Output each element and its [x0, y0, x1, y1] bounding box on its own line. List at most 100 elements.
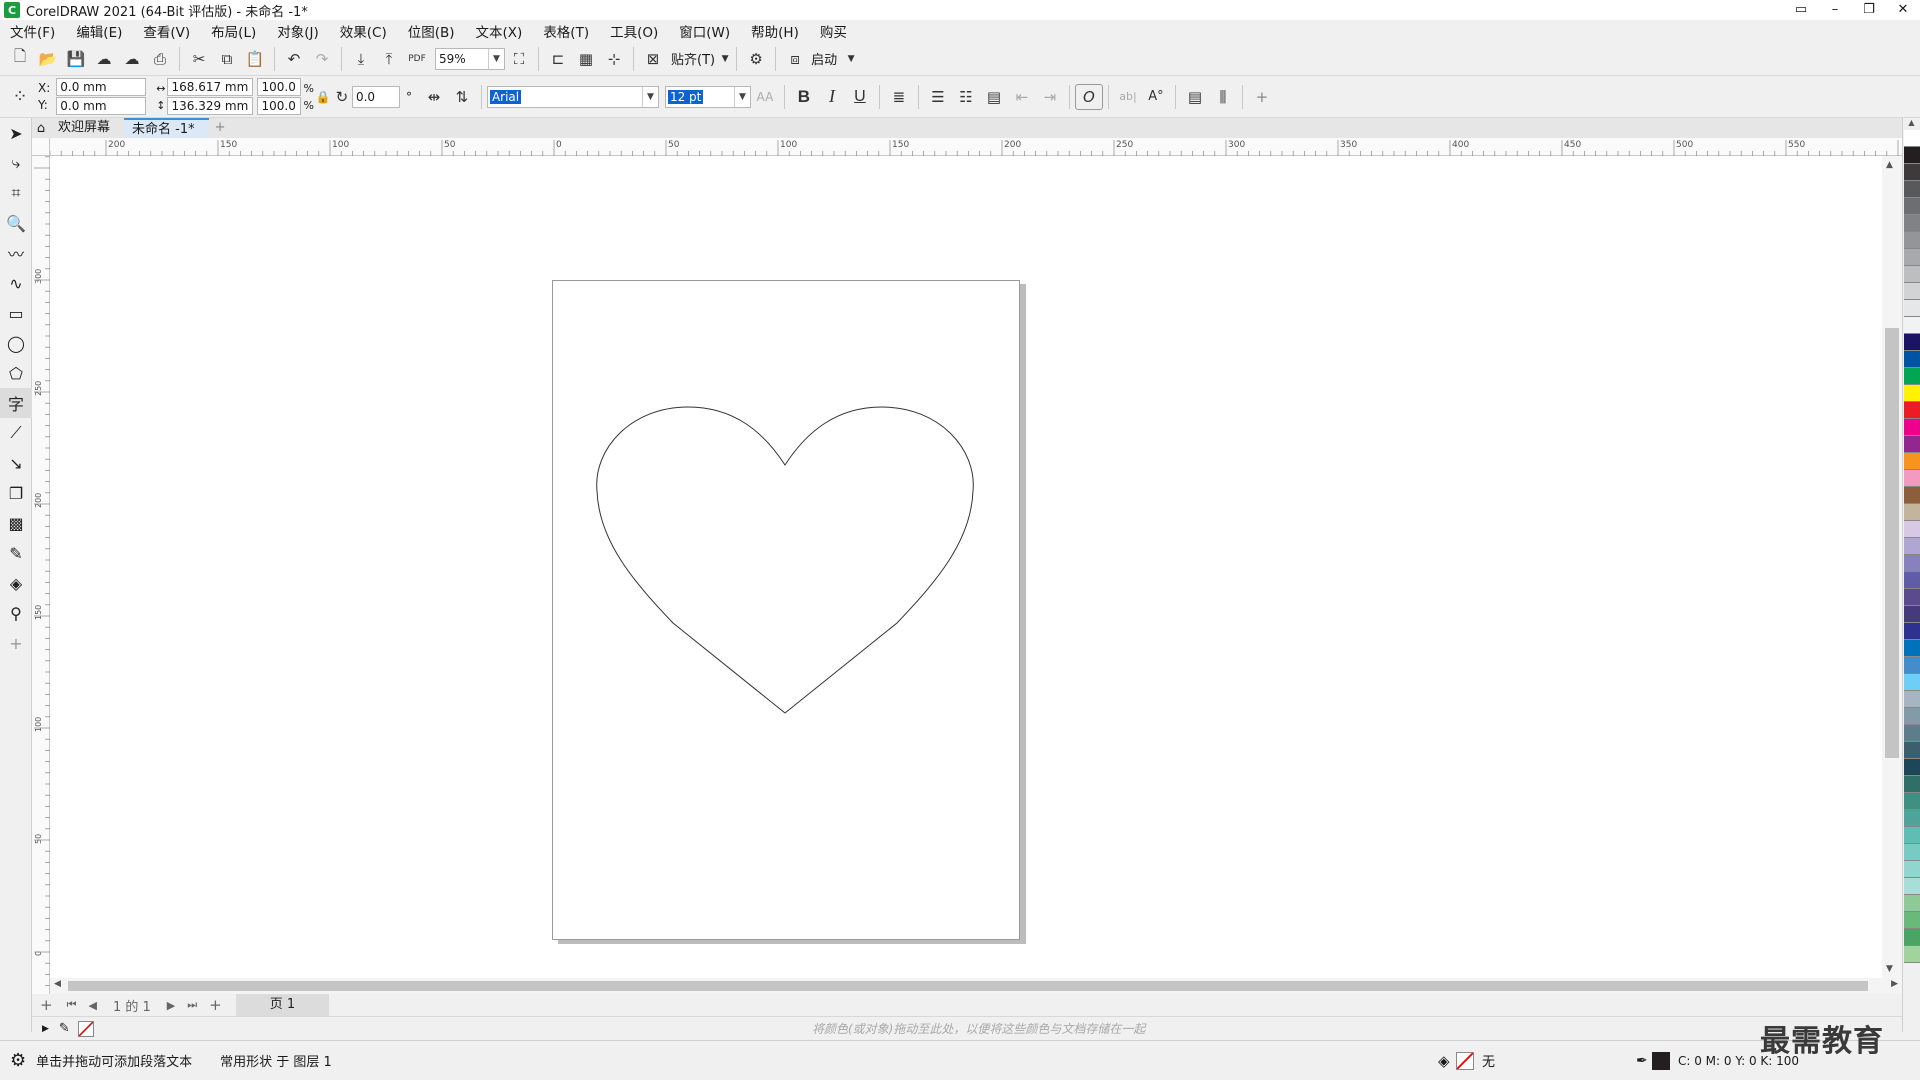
palette-swatch[interactable]	[1904, 538, 1920, 555]
menu-text[interactable]: 文本(X)	[476, 21, 523, 41]
restore-panel-icon[interactable]: ▭	[1784, 0, 1818, 20]
launch-chevron-down-icon[interactable]: ▼	[845, 46, 857, 72]
freehand-tool-icon[interactable]: 〰	[0, 238, 32, 268]
vertical-scroll-thumb[interactable]	[1885, 328, 1899, 758]
menu-bitmaps[interactable]: 位图(B)	[408, 21, 455, 41]
palette-swatch[interactable]	[1904, 640, 1920, 657]
palette-swatch[interactable]	[1904, 504, 1920, 521]
palette-swatch[interactable]	[1904, 249, 1920, 266]
palette-swatch[interactable]	[1904, 453, 1920, 470]
palette-swatch[interactable]	[1904, 555, 1920, 572]
palette-swatch[interactable]	[1904, 164, 1920, 181]
scroll-right-icon[interactable]: ▶	[1891, 979, 1898, 989]
snap-chevron-down-icon[interactable]: ▼	[719, 46, 731, 72]
pdf-icon[interactable]: PDF	[403, 46, 431, 72]
vertical-ruler[interactable]: 300 250 200 150 100 50 0	[32, 156, 50, 994]
show-rulers-icon[interactable]: ⊏	[544, 46, 572, 72]
horizontal-text-icon[interactable]: ▤	[1181, 84, 1209, 110]
show-grid-icon[interactable]: ▦	[572, 46, 600, 72]
outline-pen-icon[interactable]: ✒	[1636, 1053, 1648, 1069]
options-gear-icon[interactable]: ⚙	[742, 46, 770, 72]
x-position-input[interactable]: 0.0 mm	[56, 78, 147, 96]
smart-fill-icon[interactable]: ⚲	[0, 598, 32, 628]
palette-swatch[interactable]	[1904, 487, 1920, 504]
full-screen-icon[interactable]: ⛶	[505, 46, 533, 72]
palette-swatch[interactable]	[1904, 181, 1920, 198]
palette-swatch[interactable]	[1904, 300, 1920, 317]
prev-page-icon[interactable]: ◀	[88, 999, 96, 1012]
text-direction-icon[interactable]: ⇅	[448, 84, 476, 110]
snap-to-dropdown[interactable]: 贴齐(T)	[671, 49, 715, 68]
scroll-left-icon[interactable]: ◀	[54, 979, 61, 989]
menu-edit[interactable]: 编辑(E)	[76, 21, 122, 41]
y-position-input[interactable]: 0.0 mm	[56, 97, 147, 115]
menu-tools[interactable]: 工具(O)	[610, 21, 658, 41]
scroll-down-icon[interactable]: ▼	[1886, 964, 1893, 974]
menu-help[interactable]: 帮助(H)	[751, 21, 799, 41]
width-input[interactable]: 168.617 mm	[167, 78, 254, 96]
palette-scroll-up-icon[interactable]: ▲	[1903, 118, 1920, 130]
palette-swatch[interactable]	[1904, 385, 1920, 402]
no-color-swatch-icon[interactable]	[77, 1020, 94, 1037]
font-list-combo[interactable]: Arial ▼	[486, 85, 659, 108]
new-document-icon[interactable]: 🗋	[6, 46, 34, 72]
font-scale-icon[interactable]: AA	[751, 84, 779, 110]
launch-icon[interactable]: ⧈	[781, 46, 809, 72]
palette-swatch[interactable]	[1904, 419, 1920, 436]
open-folder-icon[interactable]: 📂	[34, 46, 62, 72]
palette-swatch[interactable]	[1904, 368, 1920, 385]
cloud-upload-icon[interactable]: ☁	[118, 46, 146, 72]
palette-swatch[interactable]	[1904, 827, 1920, 844]
lock-ratio-icon[interactable]: 🔒	[314, 84, 332, 110]
palette-swatch[interactable]	[1904, 708, 1920, 725]
palette-swatch[interactable]	[1904, 657, 1920, 674]
save-icon[interactable]: 💾	[62, 46, 90, 72]
palette-swatch[interactable]	[1904, 589, 1920, 606]
palette-swatch[interactable]	[1904, 470, 1920, 487]
add-page-before-icon[interactable]: +	[40, 996, 53, 1014]
palette-swatch[interactable]	[1904, 623, 1920, 640]
mirror-horizontal-icon[interactable]: ⇹	[420, 84, 448, 110]
vertical-scrollbar[interactable]: ▲ ▼	[1882, 156, 1902, 978]
transparency-tool-icon[interactable]: ▩	[0, 508, 32, 538]
heart-shape[interactable]	[596, 406, 974, 714]
palette-swatch[interactable]	[1904, 351, 1920, 368]
menu-view[interactable]: 查看(V)	[143, 21, 190, 41]
increase-indent-icon[interactable]: ⇥	[1036, 84, 1064, 110]
palette-swatch[interactable]	[1904, 759, 1920, 776]
palette-swatch[interactable]	[1904, 691, 1920, 708]
scale-width-input[interactable]: 100.0	[257, 78, 302, 96]
numbered-list-icon[interactable]: ☷	[952, 84, 980, 110]
next-page-icon[interactable]: ▶	[167, 999, 175, 1012]
horizontal-scroll-thumb[interactable]	[68, 981, 1868, 991]
redo-icon[interactable]: ↷	[308, 46, 336, 72]
rotation-icon[interactable]: ↻	[332, 84, 352, 110]
palette-swatch[interactable]	[1904, 742, 1920, 759]
add-tool-icon[interactable]: +	[0, 628, 32, 658]
last-page-icon[interactable]: ⏭	[187, 998, 197, 1012]
horizontal-scrollbar[interactable]: ◀ ▶	[50, 978, 1902, 994]
pick-tool-icon[interactable]: ➤	[0, 118, 32, 148]
menu-table[interactable]: 表格(T)	[543, 21, 589, 41]
italic-button[interactable]: I	[818, 84, 846, 110]
font-chevron-down-icon[interactable]: ▼	[641, 86, 658, 107]
cloud-download-icon[interactable]: ☁	[90, 46, 118, 72]
add-toolbar-icon[interactable]: +	[1248, 84, 1276, 110]
palette-swatch[interactable]	[1904, 572, 1920, 589]
add-page-after-icon[interactable]: +	[209, 996, 222, 1014]
palette-swatch[interactable]	[1904, 793, 1920, 810]
interactive-fill-icon[interactable]: ◈	[0, 568, 32, 598]
menu-window[interactable]: 窗口(W)	[679, 21, 730, 41]
snap-off-icon[interactable]: ⊠	[639, 46, 667, 72]
artistic-media-icon[interactable]: ∿	[0, 268, 32, 298]
palette-swatch[interactable]	[1904, 232, 1920, 249]
crop-tool-icon[interactable]: ⌗	[0, 178, 32, 208]
text-tool-icon[interactable]: 字	[0, 388, 32, 418]
add-tab-button[interactable]: +	[209, 118, 232, 138]
zoom-level-combo[interactable]: 59% ▼	[435, 47, 505, 70]
palette-swatch[interactable]	[1904, 198, 1920, 215]
home-icon[interactable]: ⌂	[32, 118, 50, 138]
chevron-down-icon[interactable]: ▼	[488, 48, 504, 69]
palette-swatch[interactable]	[1904, 215, 1920, 232]
outline-color-swatch[interactable]	[1652, 1051, 1670, 1070]
